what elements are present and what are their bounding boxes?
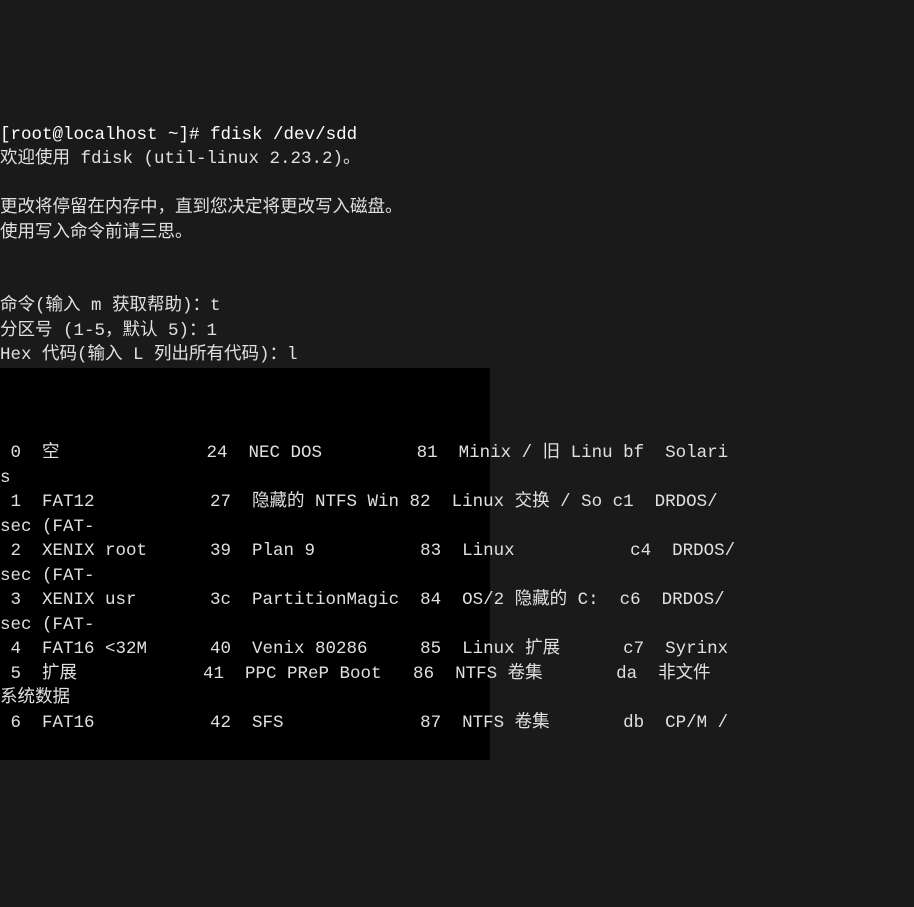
command-input: fdisk /dev/sdd [210,125,357,145]
partition-prompt: 分区号 (1-5，默认 5)：1 [0,321,217,341]
hex-prompt: Hex 代码(输入 L 列出所有代码)：l [0,345,298,365]
shell-prompt: [root@localhost ~]# [0,125,210,145]
command-prompt-t: 命令(输入 m 获取帮助)：t [0,296,221,316]
table-rows: 0 空 24 NEC DOS 81 Minix / 旧 Linu bf Sola… [0,417,914,736]
welcome-line: 欢迎使用 fdisk (util-linux 2.23.2)。 [0,149,361,169]
warning-line-2: 使用写入命令前请三思。 [0,223,193,243]
partition-type-table: 0 空 24 NEC DOS 81 Minix / 旧 Linu bf Sola… [0,368,914,760]
terminal-output[interactable]: [root@localhost ~]# fdisk /dev/sdd 欢迎使用 … [0,98,914,784]
warning-line-1: 更改将停留在内存中，直到您决定将更改写入磁盘。 [0,198,403,218]
